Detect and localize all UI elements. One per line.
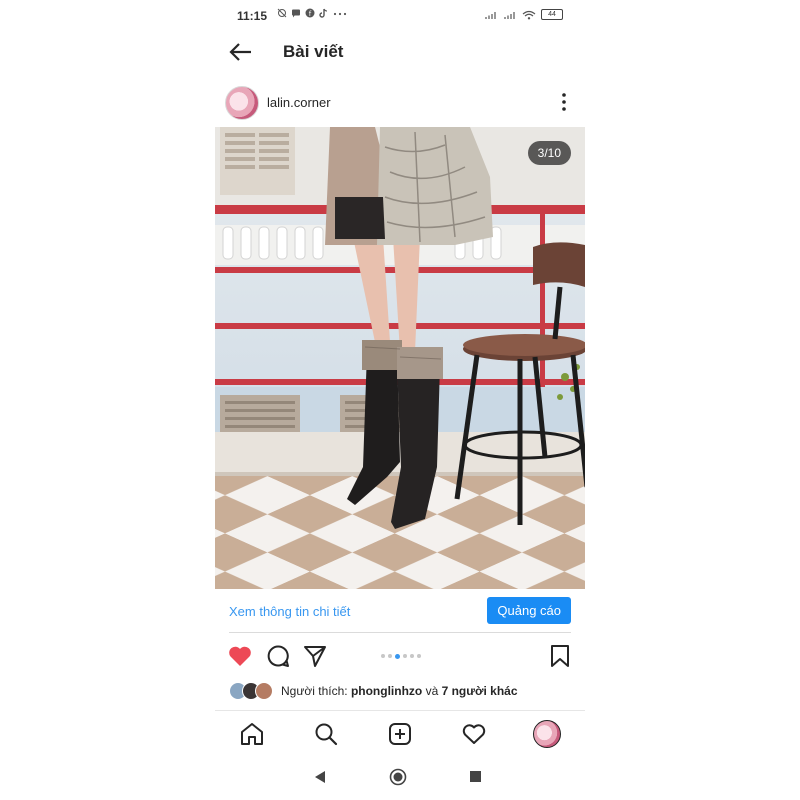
more-dots-icon bbox=[333, 12, 347, 16]
app-header: Bài viết bbox=[215, 38, 585, 68]
bottom-navigation bbox=[215, 710, 585, 759]
notification-icons: f bbox=[277, 8, 347, 18]
image-counter: 3/10 bbox=[527, 141, 571, 165]
tiktok-icon bbox=[319, 8, 328, 18]
likes-connector: và bbox=[422, 684, 442, 698]
arrow-left-icon[interactable] bbox=[227, 40, 255, 64]
post-header: lalin.corner bbox=[215, 84, 585, 122]
alarm-off-icon bbox=[277, 8, 287, 18]
activity-heart-icon[interactable] bbox=[461, 721, 487, 747]
post-image[interactable]: 3/10 bbox=[215, 127, 585, 589]
system-status-icons: 44 bbox=[484, 9, 563, 20]
system-navigation bbox=[215, 760, 585, 794]
more-options-icon[interactable] bbox=[561, 92, 567, 112]
likes-text: Người thích: phonglinhzo và 7 người khác bbox=[281, 684, 518, 698]
likes-row[interactable]: Người thích: phonglinhzo và 7 người khác bbox=[229, 682, 575, 702]
post-actions bbox=[215, 643, 585, 671]
add-post-icon[interactable] bbox=[387, 721, 413, 747]
home-icon[interactable] bbox=[239, 721, 265, 747]
comment-icon[interactable] bbox=[265, 643, 291, 669]
home-circle-icon[interactable] bbox=[389, 768, 407, 786]
status-time: 11:15 bbox=[237, 9, 268, 23]
facebook-icon: f bbox=[305, 8, 315, 18]
share-icon[interactable] bbox=[302, 643, 328, 669]
carousel-dot bbox=[388, 654, 392, 658]
details-link[interactable]: Xem thông tin chi tiết bbox=[229, 604, 350, 619]
signal-icon bbox=[504, 11, 515, 19]
heart-filled-icon[interactable] bbox=[227, 643, 253, 669]
profile-avatar[interactable] bbox=[533, 720, 561, 748]
battery-icon: 44 bbox=[541, 9, 563, 20]
chat-icon bbox=[292, 9, 300, 18]
carousel-dot bbox=[410, 654, 414, 658]
user-avatar[interactable] bbox=[225, 86, 259, 120]
cta-row: Xem thông tin chi tiết Quảng cáo bbox=[229, 592, 571, 633]
recents-square-icon[interactable] bbox=[469, 770, 482, 783]
wifi-icon bbox=[522, 10, 536, 19]
liker-avatars bbox=[229, 682, 273, 700]
carousel-dot-active bbox=[395, 653, 400, 659]
bookmark-icon[interactable] bbox=[547, 643, 573, 669]
carousel-dot bbox=[381, 654, 385, 658]
search-icon[interactable] bbox=[313, 721, 339, 747]
page-title: Bài viết bbox=[283, 42, 344, 61]
likes-prefix: Người thích: bbox=[281, 684, 351, 698]
signal-icon bbox=[485, 11, 496, 19]
liker-avatar bbox=[255, 682, 273, 700]
back-triangle-icon[interactable] bbox=[313, 770, 327, 784]
carousel-dot bbox=[417, 654, 421, 658]
carousel-dots bbox=[381, 653, 421, 659]
liker-username[interactable]: phonglinhzo bbox=[351, 684, 422, 698]
phone-screen: 11:15 f 44 Bài viết lalin.corner 3/10 Xe… bbox=[215, 0, 585, 800]
carousel-dot bbox=[403, 654, 407, 658]
likes-others[interactable]: 7 người khác bbox=[442, 684, 518, 698]
ad-button[interactable]: Quảng cáo bbox=[487, 597, 571, 624]
post-photo bbox=[215, 127, 585, 589]
status-bar: 11:15 f 44 bbox=[235, 6, 565, 26]
username[interactable]: lalin.corner bbox=[267, 95, 331, 110]
